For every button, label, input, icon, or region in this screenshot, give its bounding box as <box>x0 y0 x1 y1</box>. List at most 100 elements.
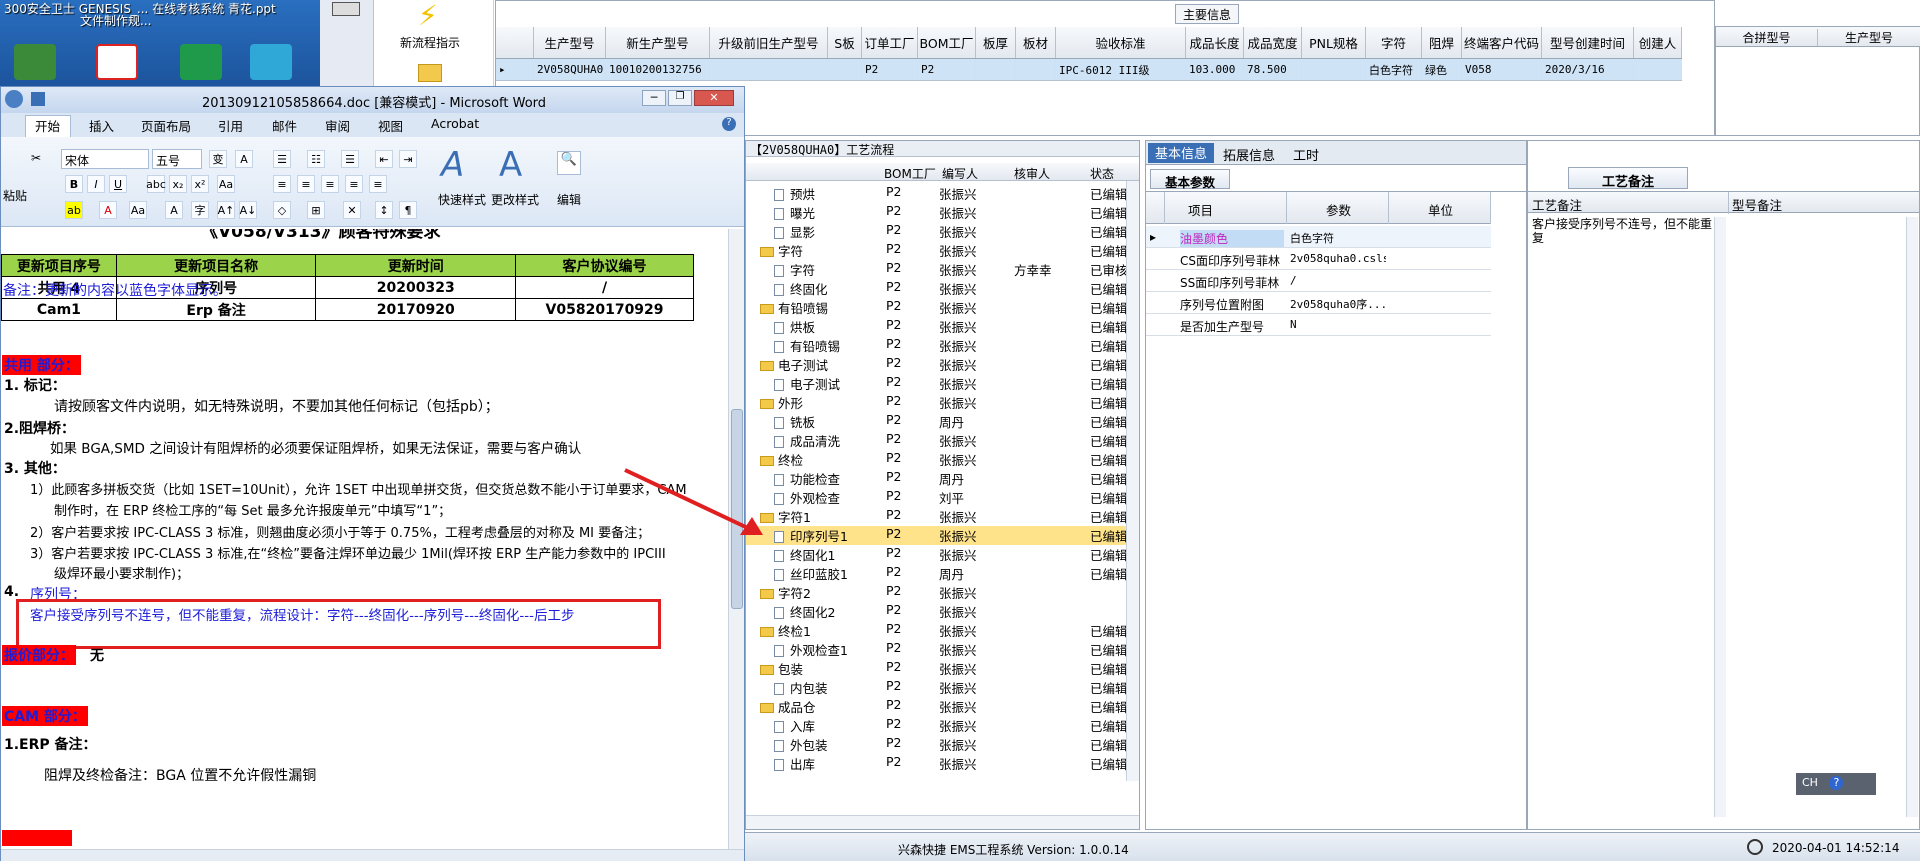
tab-view[interactable]: 视图 <box>378 116 403 135</box>
col-header-15[interactable]: 型号创建时间 <box>1542 27 1634 58</box>
align-center-button[interactable]: ≡ <box>297 175 315 193</box>
tab-work-hours[interactable]: 工时 <box>1293 145 1319 164</box>
tree-row[interactable]: 预烘 P2 张振兴 已编辑 <box>746 184 1126 203</box>
keyboard-icon[interactable] <box>332 2 360 16</box>
col-header-7[interactable]: 板材 <box>1016 27 1056 58</box>
cell-8[interactable]: IPC-6012 III级 <box>1056 59 1186 80</box>
notes-scrollbar-2[interactable] <box>1906 217 1918 817</box>
numbering-button[interactable]: ☷ <box>307 150 325 168</box>
cell-11[interactable] <box>1302 59 1366 80</box>
tab-extended-info[interactable]: 拓展信息 <box>1223 145 1275 164</box>
col-header-4[interactable]: 订单工厂 <box>862 27 918 58</box>
change-case-button[interactable]: Aa <box>217 175 235 193</box>
new-flow-label[interactable]: 新流程指示 <box>400 34 460 51</box>
font-name-select[interactable]: 宋体 <box>61 149 149 169</box>
pdf-icon[interactable] <box>96 44 138 80</box>
notes-scrollbar-1[interactable] <box>1714 217 1726 817</box>
justify-button[interactable]: ≡ <box>345 175 363 193</box>
tree-row[interactable]: 显影 P2 张振兴 已编辑 <box>746 222 1126 241</box>
shading-button[interactable]: ◇ <box>273 201 291 219</box>
params-col-value[interactable]: 参数 <box>1326 200 1351 219</box>
tree-row[interactable]: 印序列号1 P2 张振兴 已编辑 <box>746 526 1126 545</box>
tree-col-status[interactable]: 状态 <box>1090 165 1114 182</box>
tree-row[interactable]: 曝光 P2 张振兴 已编辑 <box>746 203 1126 222</box>
tree-row[interactable]: 外观检查1 P2 张振兴 已编辑 <box>746 640 1126 659</box>
tab-insert[interactable]: 插入 <box>89 116 114 135</box>
cell-2[interactable] <box>710 59 828 80</box>
multilevel-button[interactable]: ☰ <box>341 150 359 168</box>
cell-5[interactable]: P2 <box>918 59 976 80</box>
col-header-10[interactable]: 成品宽度 <box>1244 27 1302 58</box>
row-indicator[interactable]: ▸ <box>496 59 534 80</box>
col-header-16[interactable]: 创建人 <box>1634 27 1682 58</box>
col-header-9[interactable]: 成品长度 <box>1186 27 1244 58</box>
cell-0[interactable]: 2V058QUHA0 <box>534 59 606 80</box>
param-value[interactable]: 2v058quha0.cslsh <box>1290 252 1386 265</box>
tab-mailings[interactable]: 邮件 <box>272 116 297 135</box>
tab-references[interactable]: 引用 <box>218 116 243 135</box>
increase-indent-button[interactable]: ⇥ <box>399 150 417 168</box>
col-header-0[interactable]: 生产型号 <box>534 27 606 58</box>
distribute-button[interactable]: ≡ <box>369 175 387 193</box>
tree-tab[interactable]: 【2V058QUHA0】工艺流程 <box>750 141 894 158</box>
merge-col-1[interactable]: 合拼型号 <box>1716 29 1818 46</box>
param-value[interactable]: 2v058quha0序... <box>1290 296 1386 312</box>
restore-button[interactable]: ❐ <box>668 90 692 106</box>
change-styles-icon[interactable]: A <box>499 145 539 185</box>
paste-label[interactable]: 粘贴 <box>3 187 27 204</box>
font-color-button[interactable]: A <box>99 201 117 219</box>
tab-review[interactable]: 审阅 <box>325 116 350 135</box>
minimize-button[interactable]: ─ <box>642 90 666 106</box>
cell-13[interactable]: 绿色 <box>1422 59 1462 80</box>
tree-row[interactable]: 电子测试 P2 张振兴 已编辑 <box>746 374 1126 393</box>
tree-row[interactable]: 包装 P2 张振兴 已编辑 <box>746 659 1126 678</box>
folder-icon[interactable] <box>418 64 442 82</box>
tree-row[interactable]: 电子测试 P2 张振兴 已编辑 <box>746 355 1126 374</box>
tree-row[interactable]: 终检 P2 张振兴 已编辑 <box>746 450 1126 469</box>
tree-row[interactable]: 外观检查 P2 刘平 已编辑 <box>746 488 1126 507</box>
col-header-2[interactable]: 升级前旧生产型号 <box>710 27 828 58</box>
lightning-icon[interactable]: ⚡ <box>418 2 440 30</box>
quick-styles-label[interactable]: 快速样式 <box>438 191 486 208</box>
security-app-icon[interactable] <box>14 44 56 80</box>
underline-button[interactable]: U <box>109 175 127 193</box>
align-right-button[interactable]: ≡ <box>321 175 339 193</box>
tree-col-writer[interactable]: 编写人 <box>942 165 978 182</box>
tree-row[interactable]: 入库 P2 张振兴 已编辑 <box>746 716 1126 735</box>
tab-process-notes[interactable]: 工艺备注 <box>1568 167 1688 190</box>
char-spacing-button[interactable]: ✕ <box>343 201 361 219</box>
cell-16[interactable] <box>1634 59 1682 80</box>
param-value[interactable]: / <box>1290 274 1386 287</box>
tree-row[interactable]: 功能检查 P2 周丹 已编辑 <box>746 469 1126 488</box>
tab-basic-params[interactable]: 基本参数 <box>1150 169 1230 190</box>
word-hscrollbar[interactable] <box>1 849 744 861</box>
tree-row[interactable]: 铣板 P2 周丹 已编辑 <box>746 412 1126 431</box>
align-left-button[interactable]: ≡ <box>273 175 291 193</box>
cell-7[interactable] <box>1016 59 1056 80</box>
tree-row[interactable]: 外形 P2 张振兴 已编辑 <box>746 393 1126 412</box>
cell-9[interactable]: 103.000 <box>1186 59 1244 80</box>
help-icon[interactable]: ? <box>1829 776 1844 790</box>
param-row[interactable]: 是否加生产型号 N <box>1146 314 1491 336</box>
tree-row[interactable]: 内包装 P2 张振兴 已编辑 <box>746 678 1126 697</box>
tree-row[interactable]: 有铅喷锡 P2 张振兴 已编辑 <box>746 336 1126 355</box>
strikethrough-button[interactable]: abc <box>146 175 166 193</box>
document-body[interactable]: 《V058/V313》顾客特殊要求 更新项目序号 更新项目名称 更新时间 客户协… <box>1 229 728 849</box>
help-icon-word[interactable]: ? <box>722 117 736 131</box>
grow-font-button[interactable]: A↑ <box>217 201 235 219</box>
tree-row[interactable]: 成品清洗 P2 张振兴 已编辑 <box>746 431 1126 450</box>
params-col-unit[interactable]: 单位 <box>1428 200 1453 219</box>
char-border-button[interactable]: A <box>235 150 253 168</box>
param-row[interactable]: 序列号位置附图 2v058quha0序... <box>1146 292 1491 314</box>
italic-button[interactable]: I <box>87 175 105 193</box>
ime-indicator[interactable]: CH ? <box>1796 773 1876 795</box>
clear-format-button[interactable]: 变 <box>209 150 227 168</box>
tree-row[interactable]: 终固化2 P2 张振兴 <box>746 602 1126 621</box>
save-icon[interactable] <box>31 92 45 106</box>
tab-basic-info[interactable]: 基本信息 <box>1148 143 1214 163</box>
param-value[interactable]: N <box>1290 318 1386 331</box>
param-value[interactable]: 白色字符 <box>1290 230 1386 246</box>
tab-acrobat[interactable]: Acrobat <box>431 116 479 131</box>
tree-row[interactable]: 有铅喷锡 P2 张振兴 已编辑 <box>746 298 1126 317</box>
tree-hscrollbar[interactable] <box>746 815 1139 829</box>
